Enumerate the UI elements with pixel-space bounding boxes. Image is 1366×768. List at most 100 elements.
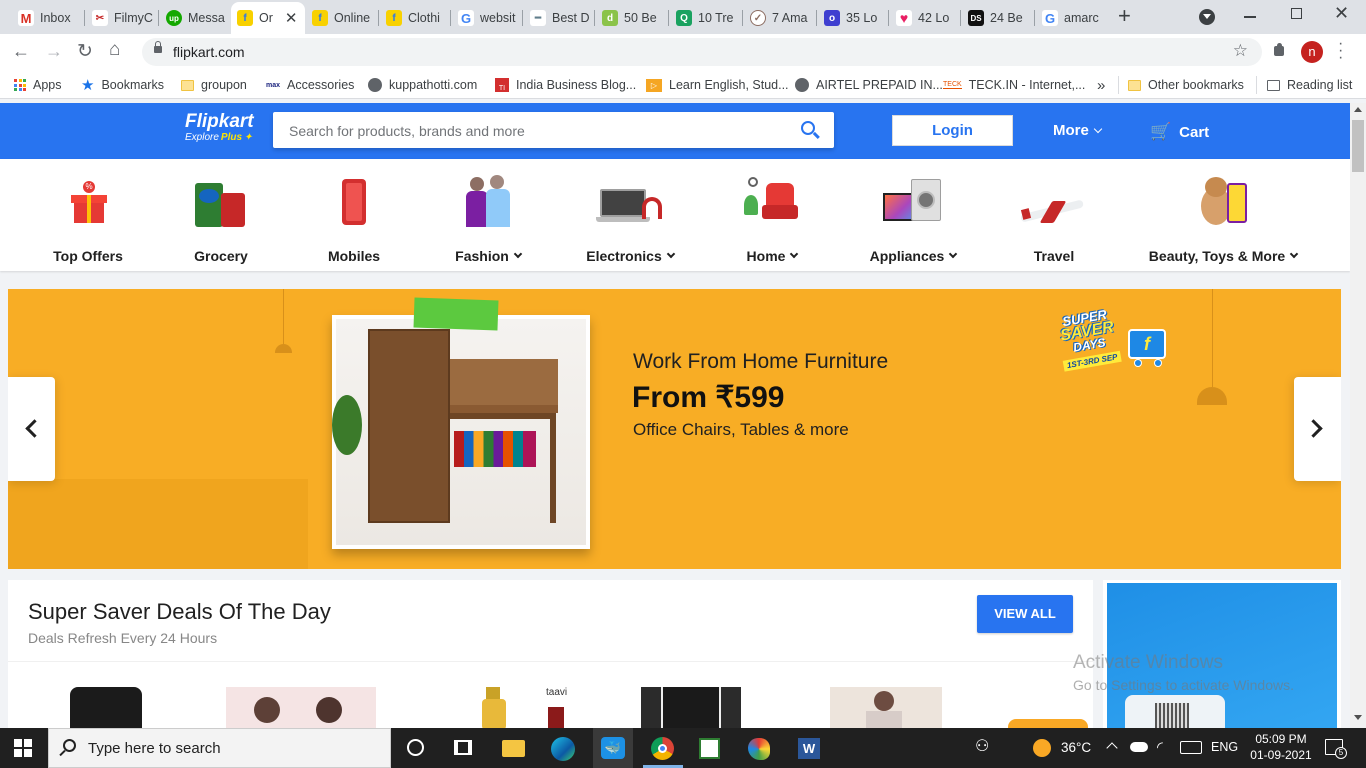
category-appliances[interactable]: Appliances xyxy=(843,175,983,264)
file-explorer-icon[interactable] xyxy=(502,740,525,757)
category-electronics[interactable]: Electronics xyxy=(560,175,700,264)
browser-tab-flipkart-clothing[interactable]: f Clothi xyxy=(380,4,450,32)
cart-button[interactable]: 🛒 Cart xyxy=(1150,122,1209,142)
bookmark-accessories[interactable]: max Accessories xyxy=(266,75,354,95)
product-saree-image[interactable] xyxy=(830,687,942,730)
product-trackpants-image[interactable] xyxy=(641,687,741,730)
browser-tab-42logos[interactable]: ♥ 42 Lo xyxy=(890,4,960,32)
people-icon[interactable]: ⚇ xyxy=(975,736,989,756)
onedrive-cloud-icon[interactable] xyxy=(1130,742,1148,752)
edge-browser-icon[interactable] xyxy=(551,737,575,761)
home-icon[interactable]: ⌂ xyxy=(109,39,120,61)
category-travel[interactable]: Travel xyxy=(984,175,1124,264)
browser-tab-google-website[interactable]: G websit xyxy=(452,4,522,32)
browser-tab-7amazing[interactable]: ✓ 7 Ama xyxy=(744,4,816,32)
docker-whale-icon[interactable]: 🐳 xyxy=(601,737,625,759)
paint-palette-icon[interactable] xyxy=(748,738,770,760)
show-hidden-icons-chevron[interactable] xyxy=(1106,742,1118,754)
new-tab-plus-icon[interactable]: + xyxy=(1118,5,1131,27)
bookmark-teck[interactable]: TECK TECK.IN - Internet,... xyxy=(943,75,1085,95)
bookmark-learn-english[interactable]: ▷ Learn English, Stud... xyxy=(646,75,789,95)
input-language[interactable]: ENG xyxy=(1211,740,1238,754)
browser-tab-flipkart-online[interactable]: f Online xyxy=(306,4,378,32)
system-clock[interactable]: 05:09 PM 01-09-2021 xyxy=(1249,732,1313,762)
bookmark-airtel[interactable]: AIRTEL PREPAID IN... xyxy=(795,75,943,95)
product-kids-image[interactable] xyxy=(226,687,376,730)
forward-arrow-icon[interactable]: → xyxy=(45,41,63,62)
google-icon: G xyxy=(1042,10,1058,26)
page-scrollbar[interactable] xyxy=(1350,103,1366,728)
scrollbar-thumb xyxy=(1352,120,1364,172)
d-icon: d xyxy=(602,10,618,26)
folder-icon xyxy=(1128,79,1141,91)
more-bookmarks-chevron[interactable]: » xyxy=(1097,75,1105,95)
wifi-icon[interactable]: ◜ xyxy=(1157,738,1163,756)
task-view-icon[interactable] xyxy=(454,740,472,755)
close-window-icon[interactable]: ✕ xyxy=(1334,3,1349,24)
bookmark-bookmarks[interactable]: ★ Bookmarks xyxy=(81,75,164,95)
minimize-window-icon[interactable] xyxy=(1244,16,1256,18)
carousel-next-button[interactable] xyxy=(1294,377,1341,481)
more-menu[interactable]: More xyxy=(1053,122,1103,139)
bookmark-star-icon[interactable]: ☆ xyxy=(1233,41,1248,61)
bookmark-kuppathotti[interactable]: kuppathotti.com xyxy=(368,75,477,95)
profile-avatar[interactable]: n xyxy=(1301,41,1323,63)
taskbar-search-box[interactable]: Type here to search xyxy=(48,728,391,768)
browser-tab-flipkart-active[interactable]: f Or ✕ xyxy=(231,2,305,34)
back-arrow-icon[interactable]: ← xyxy=(12,41,30,62)
spreadsheet-app-icon[interactable] xyxy=(699,738,720,759)
product-perfume-image[interactable]: taavi xyxy=(482,687,572,730)
bookmark-apps[interactable]: Apps xyxy=(14,75,62,95)
search-icon[interactable] xyxy=(801,121,820,139)
chrome-browser-icon[interactable] xyxy=(651,737,674,760)
flipkart-logo[interactable]: Flipkart Explore Plus ✦ xyxy=(185,112,265,152)
address-bar[interactable]: flipkart.com ☆ xyxy=(142,38,1262,66)
browser-tab-upwork[interactable]: up Messa xyxy=(160,4,230,32)
login-button[interactable]: Login xyxy=(892,115,1013,146)
browser-tab-50best[interactable]: d 50 Be xyxy=(596,4,668,32)
lock-icon xyxy=(154,41,162,53)
category-mobiles[interactable]: Mobiles xyxy=(284,175,424,264)
bookmark-groupon[interactable]: groupon xyxy=(181,75,247,95)
keyboard-icon[interactable] xyxy=(1180,741,1202,754)
category-top-offers[interactable]: % Top Offers xyxy=(18,175,158,264)
cortana-icon[interactable] xyxy=(407,739,424,756)
extensions-puzzle-icon[interactable] xyxy=(1272,43,1286,57)
category-beauty-toys-more[interactable]: Beauty, Toys & More xyxy=(1148,175,1299,264)
browser-tab-35logos[interactable]: o 35 Lo xyxy=(818,4,888,32)
view-all-button[interactable]: VIEW ALL xyxy=(977,595,1073,633)
close-tab-icon[interactable]: ✕ xyxy=(285,9,298,27)
deals-subtitle: Deals Refresh Every 24 Hours xyxy=(28,630,218,646)
browser-tab-bestd[interactable]: ━ Best D xyxy=(524,4,594,32)
restore-window-icon[interactable] xyxy=(1291,8,1302,19)
reading-list[interactable]: Reading list xyxy=(1267,75,1352,95)
bookmark-label: Other bookmarks xyxy=(1148,78,1244,92)
tab-search-icon[interactable] xyxy=(1199,9,1215,25)
word-app-icon[interactable]: W xyxy=(798,738,820,759)
reload-icon[interactable]: ↻ xyxy=(77,40,93,63)
apps-grid-icon xyxy=(14,79,26,91)
search-bar[interactable]: Search for products, brands and more xyxy=(273,112,834,148)
category-fashion[interactable]: Fashion xyxy=(418,175,558,264)
browser-tab-inbox[interactable]: M Inbox xyxy=(12,4,84,32)
browser-tab-amarc[interactable]: G amarc xyxy=(1036,4,1108,32)
product-speaker-image[interactable] xyxy=(70,687,142,730)
weather-temperature[interactable]: 36°C xyxy=(1061,740,1091,755)
windows-start-icon[interactable] xyxy=(14,739,32,757)
weather-sun-icon[interactable] xyxy=(1033,739,1051,757)
category-grocery[interactable]: Grocery xyxy=(151,175,291,264)
carousel-prev-button[interactable] xyxy=(8,377,55,481)
flipkart-header: Flipkart Explore Plus ✦ Search for produ… xyxy=(0,103,1350,159)
search-input[interactable]: Search for products, brands and more xyxy=(289,123,525,139)
airplane-icon xyxy=(1019,175,1086,239)
bookmark-india-business-blog[interactable]: TI India Business Blog... xyxy=(495,75,636,95)
browser-tab-24best[interactable]: DS 24 Be xyxy=(962,4,1034,32)
browser-tab-filmy[interactable]: ✂ FilmyC xyxy=(86,4,158,32)
bookmark-other-bookmarks[interactable]: Other bookmarks xyxy=(1128,75,1244,95)
chrome-menu-icon[interactable]: · · · xyxy=(1338,36,1343,66)
browser-tab-10trends[interactable]: Q 10 Tre xyxy=(670,4,742,32)
category-home[interactable]: Home xyxy=(702,175,842,264)
hero-banner-carousel[interactable]: Work From Home Furniture From ₹599 Offic… xyxy=(8,289,1341,569)
category-label: Fashion xyxy=(418,248,558,264)
notification-center-icon[interactable]: 5 xyxy=(1325,739,1347,759)
